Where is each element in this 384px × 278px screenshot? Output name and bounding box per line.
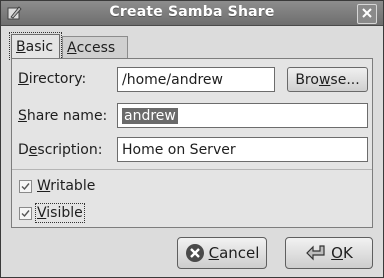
description-label: Description: bbox=[18, 142, 103, 158]
ok-arrow-icon bbox=[305, 244, 327, 262]
tab-access[interactable]: Access bbox=[62, 36, 128, 58]
window-title: Create Samba Share bbox=[109, 4, 275, 20]
description-field[interactable]: Home on Server bbox=[117, 137, 368, 162]
visible-check-box[interactable] bbox=[19, 206, 32, 220]
ok-label: OK bbox=[331, 244, 353, 262]
share-name-field[interactable]: andrew bbox=[117, 103, 368, 128]
ok-button[interactable]: OK bbox=[285, 237, 373, 269]
cancel-button[interactable]: Cancel bbox=[177, 237, 267, 269]
directory-label: Directory: bbox=[18, 71, 87, 87]
cancel-icon bbox=[185, 243, 205, 263]
dialog-window: Create Samba Share Basic Access Director… bbox=[0, 0, 384, 278]
tab-basic-mnemonic: B bbox=[16, 38, 26, 55]
writable-checkbox[interactable]: Writable bbox=[19, 178, 95, 194]
visible-checkbox[interactable]: Visible bbox=[19, 203, 85, 223]
cancel-label: Cancel bbox=[208, 244, 260, 262]
share-name-value: andrew bbox=[122, 107, 178, 124]
close-button[interactable] bbox=[357, 4, 377, 24]
tab-access-mnemonic: A bbox=[67, 39, 77, 56]
writable-label: Writable bbox=[37, 178, 96, 194]
separator bbox=[12, 169, 372, 170]
directory-value: /home/andrew bbox=[122, 71, 223, 88]
writable-check-box[interactable] bbox=[19, 179, 32, 193]
directory-field[interactable]: /home/andrew bbox=[117, 67, 275, 92]
tab-basic-label: asic bbox=[25, 38, 54, 55]
close-icon bbox=[362, 6, 372, 22]
checkmark-icon bbox=[21, 182, 30, 190]
title-bar[interactable]: Create Samba Share bbox=[1, 1, 383, 26]
tab-access-label: ccess bbox=[76, 39, 116, 56]
browse-button[interactable]: Bro w se... bbox=[287, 67, 368, 92]
visible-label: Visible bbox=[35, 203, 85, 223]
checkmark-icon bbox=[21, 209, 30, 217]
share-name-label: Share name: bbox=[18, 108, 108, 124]
description-value: Home on Server bbox=[122, 141, 236, 158]
tab-basic[interactable]: Basic bbox=[9, 32, 62, 60]
